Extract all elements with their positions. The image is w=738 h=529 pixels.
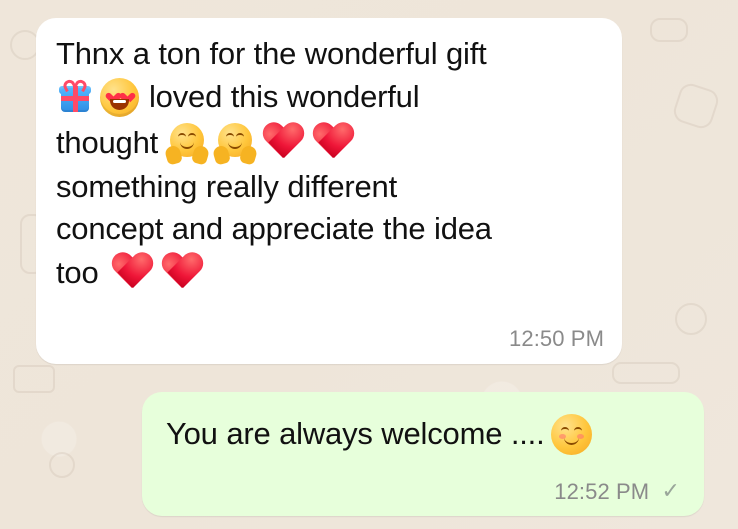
hugging-face-icon-part: [226, 133, 235, 139]
gift-icon: [56, 77, 94, 117]
outgoing-message-time: 12:52 PM: [554, 479, 650, 504]
outgoing-message-bubble[interactable]: You are always welcome .... 12:52 PM ✓: [142, 392, 704, 516]
incoming-message-text: Thnx a ton for the wonderful gift loved …: [56, 36, 602, 293]
message-line-text: Thnx a ton for the wonderful gift: [56, 36, 487, 72]
message-line: loved this wonderful: [56, 77, 602, 117]
heart-icon: [312, 123, 355, 163]
smiling-face-icon-part: [560, 427, 569, 434]
message-line-text: something really different: [56, 169, 397, 205]
message-line: Thnx a ton for the wonderful gift: [56, 36, 602, 73]
hugging-face-icon: [211, 122, 259, 166]
message-line-text: You are always welcome ....: [166, 416, 545, 452]
outgoing-message-text: You are always welcome ....: [166, 414, 680, 455]
background-doodle: [49, 452, 75, 478]
heart-eyes-icon-part: [122, 89, 132, 99]
message-line-text: concept and appreciate the idea: [56, 211, 492, 247]
message-line: concept and appreciate the idea: [56, 211, 602, 248]
heart-icon: [161, 253, 204, 293]
background-doodle: [675, 303, 707, 335]
gift-icon-part: [61, 95, 89, 101]
message-status-icon: ✓: [661, 478, 680, 503]
smiling-face-icon-part: [573, 427, 582, 434]
hugging-face-icon-part: [236, 133, 245, 139]
message-line: thought: [56, 122, 602, 166]
outgoing-message-meta: 12:52 PM ✓: [554, 478, 680, 505]
incoming-message-time: 12:50 PM: [509, 326, 604, 351]
message-line-text: too: [56, 254, 99, 290]
background-doodle: [13, 365, 55, 393]
message-line-text: thought: [56, 124, 159, 160]
heart-eyes-icon-part: [110, 99, 129, 110]
message-line: You are always welcome ....: [166, 414, 680, 455]
smiling-face-icon-part: [563, 435, 579, 445]
background-doodle: [612, 362, 680, 384]
message-line: something really different: [56, 169, 602, 206]
heart-icon: [262, 123, 305, 163]
hugging-face-icon-part: [178, 133, 187, 139]
heart-icon: [111, 253, 154, 293]
background-doodle: [650, 18, 688, 42]
incoming-message-bubble[interactable]: Thnx a ton for the wonderful gift loved …: [36, 18, 622, 364]
heart-eyes-icon: [100, 78, 139, 117]
hugging-face-icon: [163, 122, 211, 166]
message-line-text: loved this wonderful: [149, 79, 420, 115]
heart-eyes-icon-part: [108, 89, 118, 99]
message-line: too: [56, 253, 602, 293]
background-doodle: [670, 80, 722, 132]
hugging-face-icon-part: [188, 133, 197, 139]
smiling-face-icon: [550, 414, 592, 455]
